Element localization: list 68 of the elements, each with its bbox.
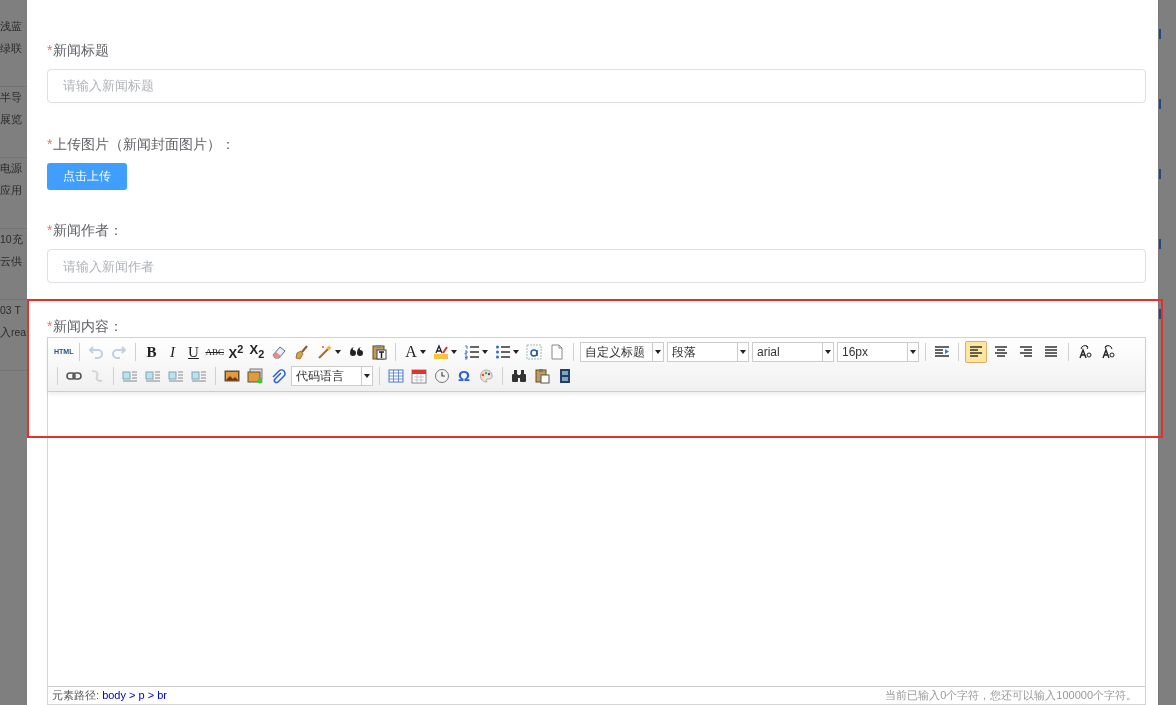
field-label: *新闻内容： <box>47 317 125 335</box>
brush-icon[interactable] <box>293 344 310 360</box>
strikethrough-button[interactable]: ABC <box>205 343 224 361</box>
bold-button[interactable]: B <box>142 343 161 361</box>
calendar-icon[interactable] <box>411 368 427 384</box>
binoculars-icon[interactable] <box>511 368 527 384</box>
anchor-icon[interactable] <box>525 344 542 360</box>
special-character-button[interactable]: Ω <box>455 367 473 385</box>
edge-marker <box>1159 99 1161 109</box>
dropdown-select[interactable]: 代码语言 <box>291 366 373 386</box>
caret-icon[interactable] <box>419 350 426 354</box>
caret-icon[interactable] <box>512 350 519 354</box>
palette-icon[interactable] <box>478 368 494 384</box>
caret-icon[interactable] <box>909 350 916 354</box>
attachment-icon[interactable] <box>270 368 286 384</box>
caret-icon[interactable] <box>824 350 831 354</box>
clock-icon[interactable] <box>434 368 450 384</box>
image-icon[interactable] <box>224 368 240 384</box>
list-text: 半导 <box>0 90 23 105</box>
list-text: 10充 <box>0 232 24 247</box>
magic-wand-icon[interactable] <box>316 344 333 360</box>
paste-icon[interactable] <box>534 368 550 384</box>
list-text: 浅蓝 <box>0 19 23 34</box>
dropdown-select[interactable]: 段落 <box>666 342 749 362</box>
edge-marker <box>1159 169 1161 179</box>
list-text: 展览 <box>0 112 23 127</box>
dropdown-select[interactable]: 16px <box>836 342 919 362</box>
superscript-button[interactable]: X$^{2}$ <box>226 340 245 364</box>
caret-icon[interactable] <box>450 350 457 354</box>
font-color-button[interactable]: A <box>401 343 420 361</box>
field-label: *新闻标题 <box>47 41 111 59</box>
italic-button[interactable]: I <box>163 343 182 361</box>
text-direction-icon[interactable] <box>1099 344 1116 360</box>
dropdown-select[interactable]: arial <box>751 342 834 362</box>
edge-marker <box>1159 29 1161 39</box>
list-text: 应用 <box>0 183 23 198</box>
character-count: 当前已输入0个字符，您还可以输入100000个字符。 <box>885 688 1137 703</box>
list-text: 绿联 <box>0 41 23 56</box>
caret-icon[interactable] <box>334 350 341 354</box>
text-input[interactable]: 请输入新闻作者 <box>47 249 1146 283</box>
text-input[interactable]: 请输入新闻标题 <box>47 69 1146 103</box>
dropdown-select[interactable]: 自定义标题 <box>579 342 664 362</box>
underline-button[interactable]: U <box>184 343 203 361</box>
field-label: *上传图片（新闻封面图片）： <box>47 134 237 153</box>
edge-marker <box>1159 309 1161 319</box>
element-path: 元素路径: body > p > br <box>52 688 167 703</box>
paste-text-icon[interactable] <box>370 344 387 360</box>
caret-icon[interactable] <box>739 350 746 354</box>
indent-icon[interactable] <box>933 344 950 360</box>
table-icon[interactable] <box>388 368 404 384</box>
bullet-list-icon[interactable] <box>494 344 511 360</box>
eraser-icon[interactable] <box>270 344 287 360</box>
subscript-button[interactable]: X$_{2}$ <box>247 341 266 363</box>
caret-icon[interactable] <box>364 374 370 378</box>
caret-icon[interactable] <box>654 350 661 354</box>
caret-icon[interactable] <box>481 350 488 354</box>
film-icon[interactable] <box>557 368 573 384</box>
list-text: 入rea <box>0 325 27 340</box>
list-text: 电源 <box>0 161 23 176</box>
list-text: 03 T <box>0 303 22 318</box>
edge-marker <box>1159 239 1161 249</box>
ordered-list-icon[interactable] <box>463 344 480 360</box>
images-icon[interactable] <box>247 368 263 384</box>
text-direction-icon[interactable] <box>1076 344 1093 360</box>
list-text: 云供 <box>0 254 23 269</box>
field-label: *新闻作者： <box>47 221 125 240</box>
highlighter-icon[interactable] <box>432 344 449 360</box>
path-link[interactable]: body > p > br <box>102 689 167 701</box>
